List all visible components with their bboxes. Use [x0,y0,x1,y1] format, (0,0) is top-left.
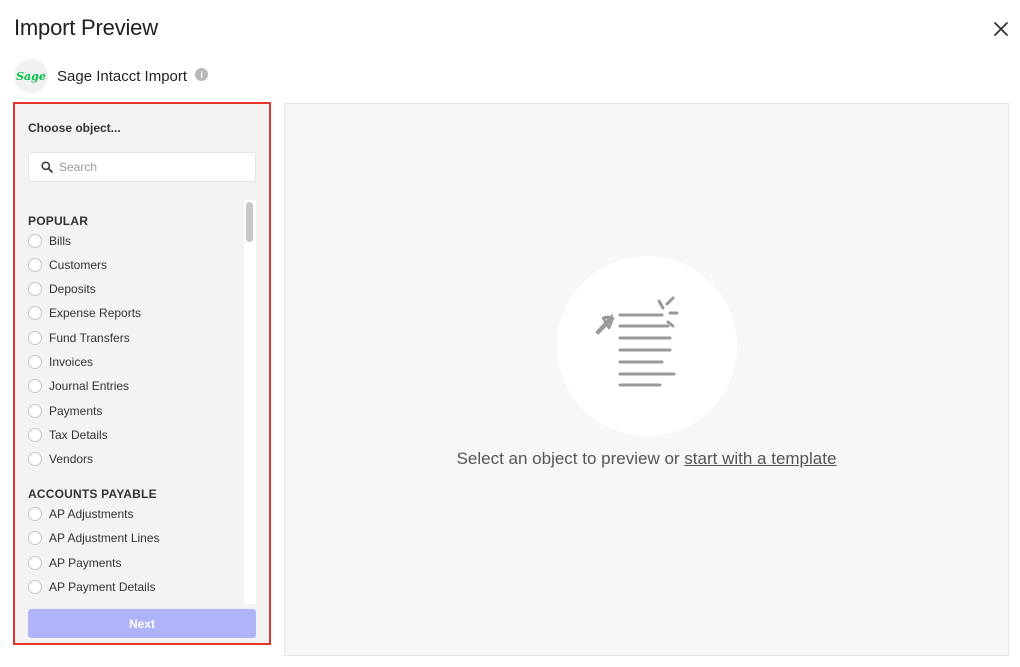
document-cursor-icon [595,296,679,387]
choose-object-heading: Choose object... [28,121,121,135]
option-label: AP Payments [49,556,122,570]
radio-button[interactable] [28,282,42,296]
radio-button[interactable] [28,531,42,545]
preview-pane: Select an object to preview or start wit… [284,103,1009,656]
source-header: Sage Sage Intacct Import i [14,58,209,94]
object-picker-panel: Choose object... POPULAR Bills Customers… [13,102,271,645]
option-label: Journal Entries [49,379,130,393]
option-vendors[interactable]: Vendors [28,450,93,468]
group-header-popular: POPULAR [28,214,89,228]
group-header-accounts-payable: ACCOUNTS PAYABLE [28,487,157,501]
option-label: Payments [49,404,103,418]
next-button[interactable]: Next [28,609,256,638]
option-payments[interactable]: Payments [28,402,102,420]
option-label: AP Payment Details [49,580,156,594]
option-bills[interactable]: Bills [28,232,71,250]
object-list[interactable]: POPULAR Bills Customers Deposits Expense… [15,200,243,600]
option-ap-payment-details[interactable]: AP Payment Details [28,578,156,596]
source-name: Sage Intacct Import [57,67,188,85]
search-input[interactable] [59,160,239,174]
close-icon[interactable] [990,18,1012,40]
option-label: Tax Details [49,428,108,442]
radio-button[interactable] [28,404,42,418]
empty-state-message: Select an object to preview or start wit… [285,449,1008,469]
radio-button[interactable] [28,306,42,320]
radio-button[interactable] [28,556,42,570]
option-label: AP Adjustment Lines [49,531,160,545]
start-with-template-link[interactable]: start with a template [684,449,836,468]
option-customers[interactable]: Customers [28,256,107,274]
option-expense-reports[interactable]: Expense Reports [28,304,141,322]
option-ap-adjustments[interactable]: AP Adjustments [28,505,134,523]
scrollbar[interactable] [244,200,256,604]
option-label: Expense Reports [49,306,142,320]
radio-button[interactable] [28,580,42,594]
search-icon [41,161,53,173]
empty-state-illustration [557,256,737,436]
option-ap-adjustment-lines[interactable]: AP Adjustment Lines [28,529,160,547]
option-label: Deposits [49,282,96,296]
sage-logo-text: Sage [16,69,46,83]
radio-button[interactable] [28,452,42,466]
option-invoices[interactable]: Invoices [28,353,93,371]
option-ap-payments[interactable]: AP Payments [28,554,121,572]
option-journal-entries[interactable]: Journal Entries [28,377,129,395]
radio-button[interactable] [28,234,42,248]
search-box[interactable] [28,152,256,182]
option-label: Invoices [49,355,94,369]
info-icon[interactable]: i [195,68,209,81]
radio-button[interactable] [28,428,42,442]
empty-state-text: Select an object to preview or [456,449,685,468]
radio-button[interactable] [28,331,42,345]
option-label: AP Adjustments [49,507,134,521]
sage-logo: Sage [14,59,48,93]
option-deposits[interactable]: Deposits [28,280,96,298]
option-label: Bills [49,234,72,248]
scrollbar-thumb[interactable] [246,202,253,242]
option-label: Fund Transfers [49,331,130,345]
option-tax-details[interactable]: Tax Details [28,426,108,444]
radio-button[interactable] [28,379,42,393]
radio-button[interactable] [28,355,42,369]
dialog-title: Import Preview [14,15,158,40]
close-button[interactable] [990,18,1012,40]
radio-button[interactable] [28,258,42,272]
option-fund-transfers[interactable]: Fund Transfers [28,329,130,347]
option-label: Customers [49,258,108,272]
radio-button[interactable] [28,507,42,521]
option-label: Vendors [49,452,94,466]
